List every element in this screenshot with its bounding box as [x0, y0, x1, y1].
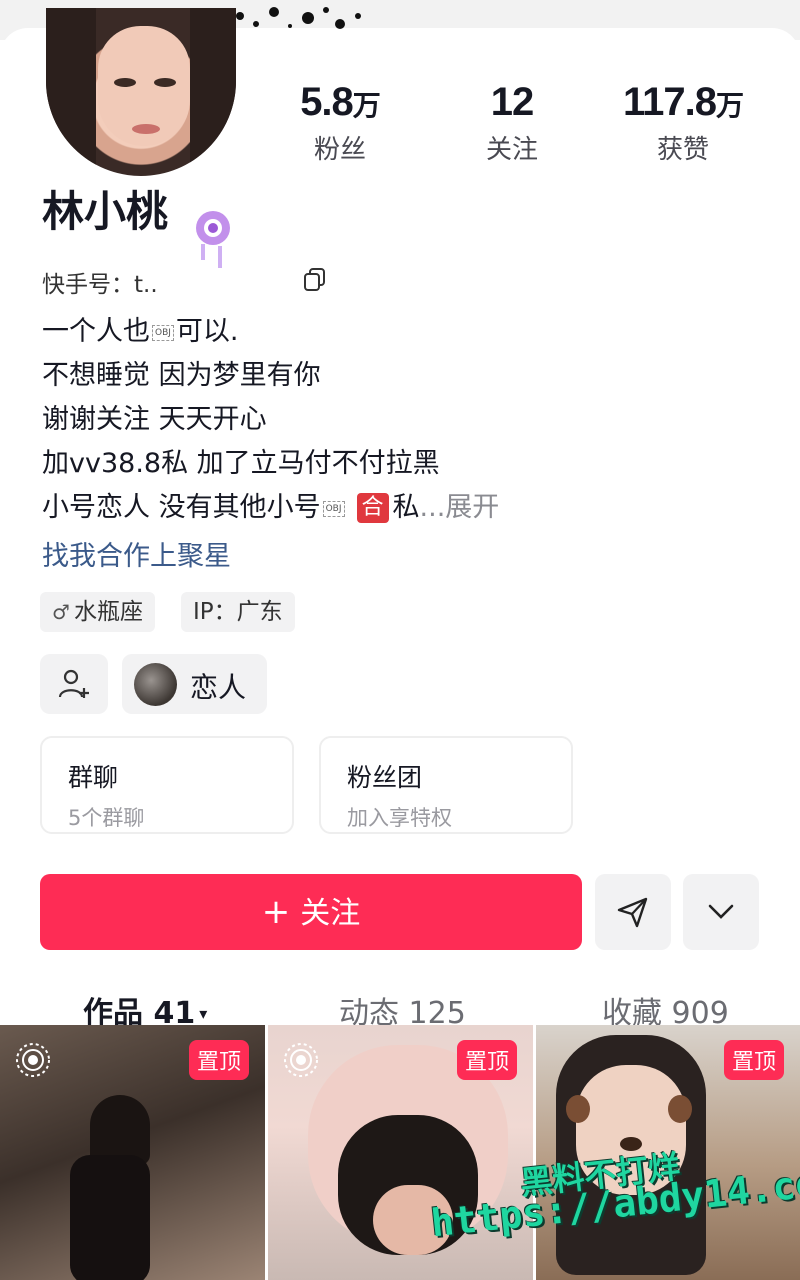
group-chat-panel[interactable]: 群聊 5个群聊: [40, 736, 294, 834]
ink-splatter-decoration: [236, 7, 361, 29]
follow-button[interactable]: + 关注: [40, 874, 582, 950]
add-friend-button[interactable]: [40, 654, 108, 714]
add-user-icon: [58, 669, 89, 698]
expand-link[interactable]: ...展开: [420, 492, 500, 523]
stat-likes[interactable]: 117.8万 获赞: [603, 80, 763, 166]
profile-name: 林小桃: [42, 187, 169, 236]
bio: 一个人也 OBJ 可以. 不想睡觉 因为梦里有你 谢谢关注 天天开心 加vv38.8…: [42, 316, 500, 523]
video-thumbnail[interactable]: 置顶: [268, 1025, 533, 1280]
live-photo-icon: [284, 1043, 318, 1077]
send-icon: [617, 897, 648, 928]
live-photo-icon: [16, 1043, 50, 1077]
more-options-button[interactable]: [683, 874, 759, 950]
chevron-down-icon: [708, 904, 734, 919]
kuaishou-id: 快手号：t..: [42, 272, 158, 298]
tag-ip-location: IP：广东: [181, 592, 295, 632]
avatar[interactable]: [46, 8, 236, 176]
copy-icon[interactable]: [302, 266, 328, 292]
obj-placeholder: OBJ: [322, 500, 345, 517]
cooperation-link[interactable]: 找我合作上聚星: [42, 534, 231, 573]
send-message-button[interactable]: [595, 874, 671, 950]
fan-club-panel[interactable]: 粉丝团 加入享特权: [319, 736, 573, 834]
pinned-badge: 置顶: [188, 1040, 249, 1080]
obj-placeholder: OBJ: [152, 324, 174, 341]
stat-following[interactable]: 12 关注: [432, 80, 592, 166]
caret-down-icon: ▾: [199, 1004, 208, 1023]
stat-fans[interactable]: 5.8万 粉丝: [260, 80, 420, 166]
gender-icon: ♂: [52, 600, 70, 624]
video-thumbnail[interactable]: 置顶: [0, 1025, 265, 1280]
tag-zodiac[interactable]: ♂ 水瓶座: [40, 592, 155, 632]
lover-button[interactable]: 恋人: [122, 654, 267, 714]
lover-avatar: [134, 663, 177, 706]
he-badge: 合: [356, 493, 389, 523]
pinned-badge: 置顶: [723, 1040, 784, 1080]
verified-badge-icon[interactable]: [192, 208, 234, 272]
plus-icon: +: [261, 892, 291, 932]
pinned-badge: 置顶: [456, 1040, 517, 1080]
